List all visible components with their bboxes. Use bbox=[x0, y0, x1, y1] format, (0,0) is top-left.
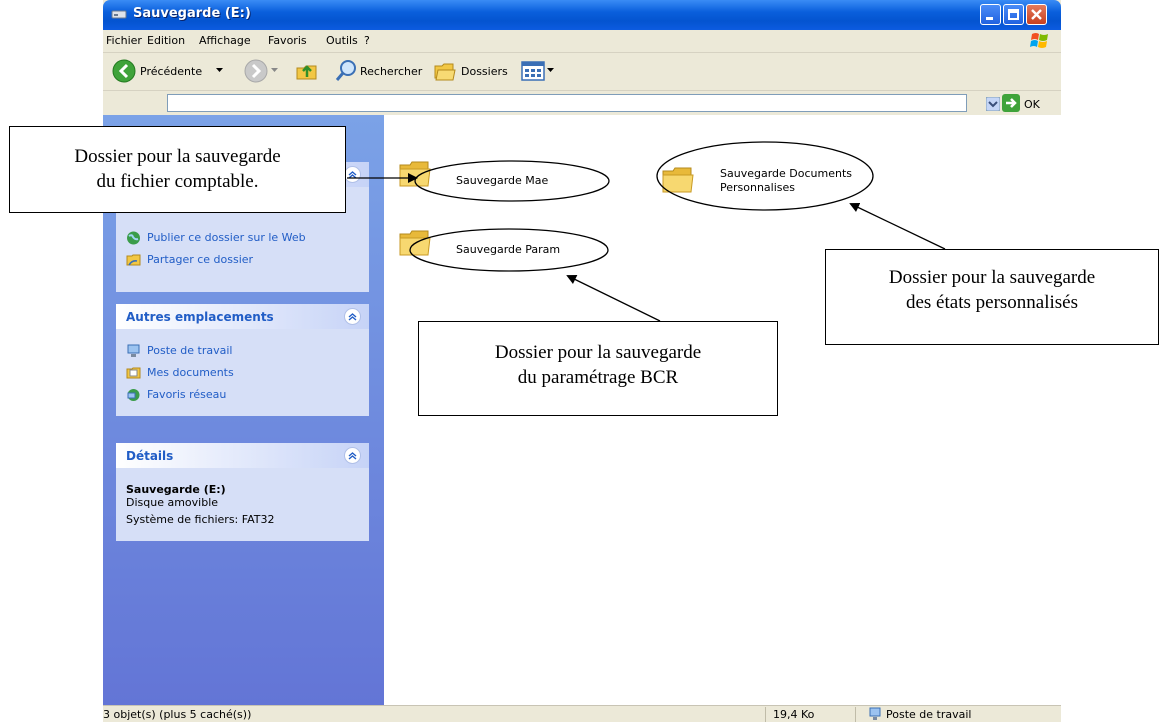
menu-edition[interactable]: Edition bbox=[147, 34, 185, 47]
folder-icon bbox=[399, 230, 431, 256]
status-location: Poste de travail bbox=[886, 708, 972, 721]
folder-icon bbox=[662, 167, 694, 193]
callout-line: du fichier comptable. bbox=[96, 171, 259, 192]
details-header[interactable]: Détails bbox=[116, 443, 369, 468]
details-name: Sauvegarde (E:) bbox=[126, 483, 226, 496]
network-icon bbox=[127, 389, 140, 401]
maximize-icon bbox=[1008, 9, 1019, 20]
search-button[interactable]: Rechercher bbox=[330, 56, 426, 86]
folder-sauvegarde-documents-personnalises[interactable]: Sauvegarde Documents Personnalises bbox=[661, 165, 881, 205]
task-share-folder[interactable]: Partager ce dossier bbox=[126, 253, 253, 267]
go-button[interactable]: OK bbox=[1002, 94, 1046, 114]
search-label: Rechercher bbox=[360, 65, 423, 78]
forward-button[interactable] bbox=[240, 56, 280, 86]
task-publish-web[interactable]: Publier ce dossier sur le Web bbox=[126, 231, 306, 245]
folders-icon bbox=[434, 63, 456, 81]
folder-label: Sauvegarde Param bbox=[456, 243, 561, 256]
status-objects: 3 objet(s) (plus 5 caché(s)) bbox=[103, 708, 252, 721]
callout-line: Dossier pour la sauvegarde bbox=[494, 342, 702, 363]
task-label: Publier ce dossier sur le Web bbox=[147, 231, 306, 244]
callout-line: du paramétrage BCR bbox=[517, 367, 679, 388]
folder-label-line2: Personnalises bbox=[720, 181, 796, 194]
other-places-title: Autres emplacements bbox=[126, 310, 274, 324]
folder-label: Sauvegarde Mae bbox=[456, 174, 549, 187]
status-divider bbox=[765, 707, 766, 722]
computer-icon bbox=[127, 344, 140, 357]
forward-arrow-icon bbox=[244, 59, 268, 83]
back-label: Précédente bbox=[140, 65, 203, 78]
address-dropdown-icon[interactable] bbox=[986, 97, 1000, 111]
menu-help[interactable]: ? bbox=[364, 34, 370, 47]
folder-sauvegarde-param[interactable]: Sauvegarde Param bbox=[398, 228, 588, 268]
status-size: 19,4 Ko bbox=[773, 708, 815, 721]
place-my-documents[interactable]: Mes documents bbox=[126, 366, 234, 380]
back-button[interactable]: Précédente bbox=[106, 56, 230, 86]
documents-icon bbox=[126, 367, 141, 379]
callout-fichier-comptable: Dossier pour la sauvegarde du fichier co… bbox=[9, 126, 346, 213]
place-my-computer[interactable]: Poste de travail bbox=[126, 344, 232, 358]
folder-label-line1: Sauvegarde Documents bbox=[720, 167, 852, 180]
chevrons-up-icon bbox=[348, 313, 357, 321]
menu-affichage[interactable]: Affichage bbox=[199, 34, 251, 47]
place-label: Mes documents bbox=[147, 366, 234, 379]
menu-fichier[interactable]: Fichier bbox=[106, 34, 142, 47]
maximize-button[interactable] bbox=[1003, 4, 1024, 25]
standard-toolbar: Précédente Rechercher Dossiers bbox=[103, 53, 1061, 91]
details-type: Disque amovible bbox=[126, 496, 219, 509]
back-arrow-icon bbox=[112, 59, 136, 83]
go-arrow-icon bbox=[1002, 94, 1020, 112]
search-icon bbox=[335, 60, 356, 81]
minimize-icon bbox=[986, 17, 993, 20]
menu-outils[interactable]: Outils bbox=[326, 34, 358, 47]
collapse-button[interactable] bbox=[344, 308, 361, 325]
chevron-down-icon bbox=[547, 68, 554, 72]
task-label: Partager ce dossier bbox=[147, 253, 254, 266]
callout-parametrage-bcr: Dossier pour la sauvegarde du paramétrag… bbox=[418, 321, 778, 416]
close-button[interactable] bbox=[1026, 4, 1047, 25]
close-icon bbox=[1031, 9, 1042, 20]
title-bar[interactable]: Sauvegarde (E:) bbox=[103, 0, 1061, 30]
window-title: Sauvegarde (E:) bbox=[133, 6, 251, 21]
up-folder-icon bbox=[296, 65, 317, 80]
up-folder-button[interactable] bbox=[292, 56, 322, 86]
chevrons-up-icon bbox=[348, 171, 357, 179]
views-button[interactable] bbox=[517, 56, 557, 86]
chevron-down-icon bbox=[216, 68, 223, 72]
address-bar: OK bbox=[103, 91, 1061, 115]
details-panel: Détails Sauvegarde (E:) Disque amovible … bbox=[116, 443, 369, 541]
place-label: Favoris réseau bbox=[147, 388, 227, 401]
callout-etats-personnalises: Dossier pour la sauvegarde des états per… bbox=[825, 249, 1159, 345]
address-input[interactable] bbox=[167, 94, 967, 112]
folders-button[interactable]: Dossiers bbox=[429, 56, 509, 86]
callout-line: des états personnalisés bbox=[905, 292, 1078, 313]
windows-logo-icon bbox=[1030, 33, 1048, 48]
share-folder-icon bbox=[126, 254, 141, 266]
other-places-header[interactable]: Autres emplacements bbox=[116, 304, 369, 329]
folders-label: Dossiers bbox=[461, 65, 508, 78]
chevron-down-icon bbox=[271, 68, 278, 72]
minimize-button[interactable] bbox=[980, 4, 1001, 25]
drive-icon bbox=[111, 10, 127, 19]
callout-line: Dossier pour la sauvegarde bbox=[74, 146, 281, 167]
computer-icon bbox=[869, 707, 881, 720]
go-label: OK bbox=[1024, 98, 1040, 111]
place-network[interactable]: Favoris réseau bbox=[126, 388, 226, 402]
other-places-panel: Autres emplacements Poste de travail Mes… bbox=[116, 304, 369, 416]
menu-bar: Fichier Edition Affichage Favoris Outils… bbox=[103, 30, 1061, 53]
views-icon bbox=[521, 61, 545, 81]
details-filesystem: Système de fichiers: FAT32 bbox=[126, 513, 275, 526]
status-bar: 3 objet(s) (plus 5 caché(s)) 19,4 Ko Pos… bbox=[103, 705, 1061, 722]
globe-icon bbox=[127, 231, 140, 245]
callout-line: Dossier pour la sauvegarde bbox=[888, 267, 1096, 288]
folder-icon bbox=[399, 161, 431, 187]
menu-favoris[interactable]: Favoris bbox=[268, 34, 307, 47]
status-divider bbox=[855, 707, 856, 722]
folder-sauvegarde-mae[interactable]: Sauvegarde Mae bbox=[398, 159, 568, 199]
details-title: Détails bbox=[126, 449, 174, 463]
collapse-button[interactable] bbox=[344, 447, 361, 464]
place-label: Poste de travail bbox=[147, 344, 233, 357]
chevrons-up-icon bbox=[348, 452, 357, 460]
collapse-button[interactable] bbox=[344, 166, 361, 183]
